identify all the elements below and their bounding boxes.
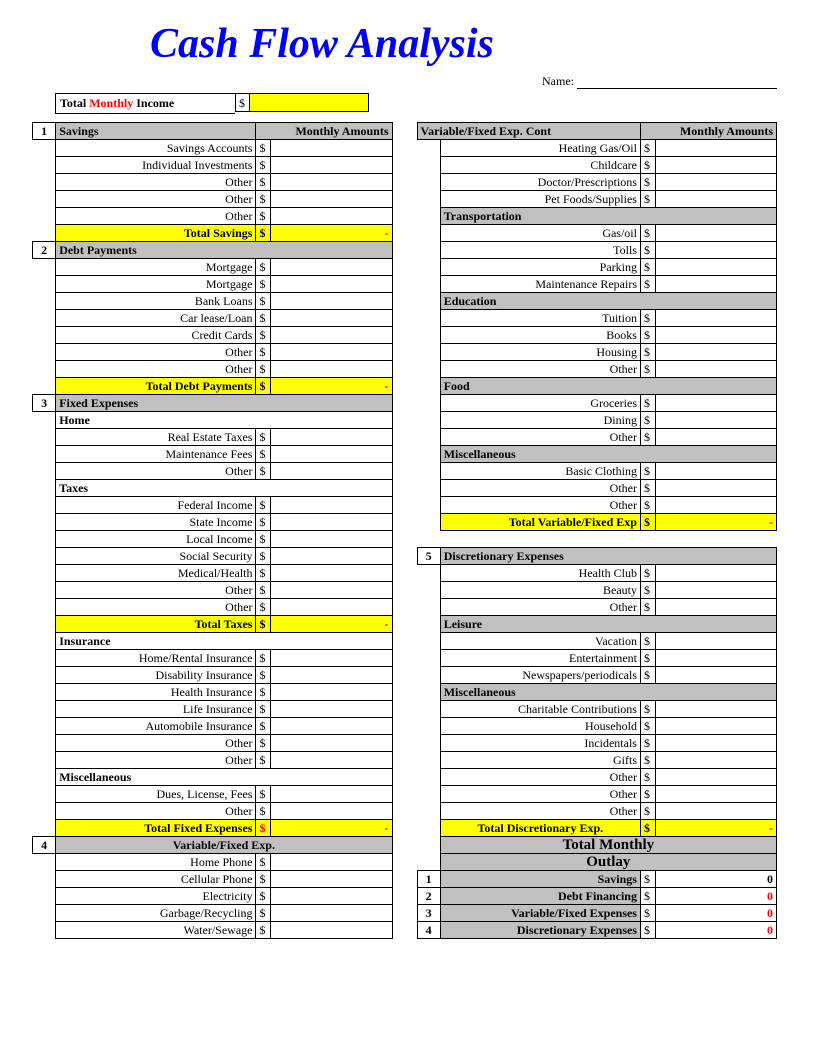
name-input-line[interactable] [577,88,777,89]
income-value[interactable] [249,93,369,112]
income-label: Total Monthly Income [55,93,235,114]
income-dollar: $ [235,93,249,112]
name-label: Name: [542,74,574,89]
page-title: Cash Flow Analysis [150,20,797,68]
name-field-row: Name: [20,74,797,89]
total-monthly-income-row: Total Monthly Income $ [55,93,797,114]
right-table: Variable/Fixed Exp. ContMonthly AmountsH… [417,122,778,939]
left-table: 1SavingsMonthly AmountsSavings Accounts$… [32,122,393,939]
